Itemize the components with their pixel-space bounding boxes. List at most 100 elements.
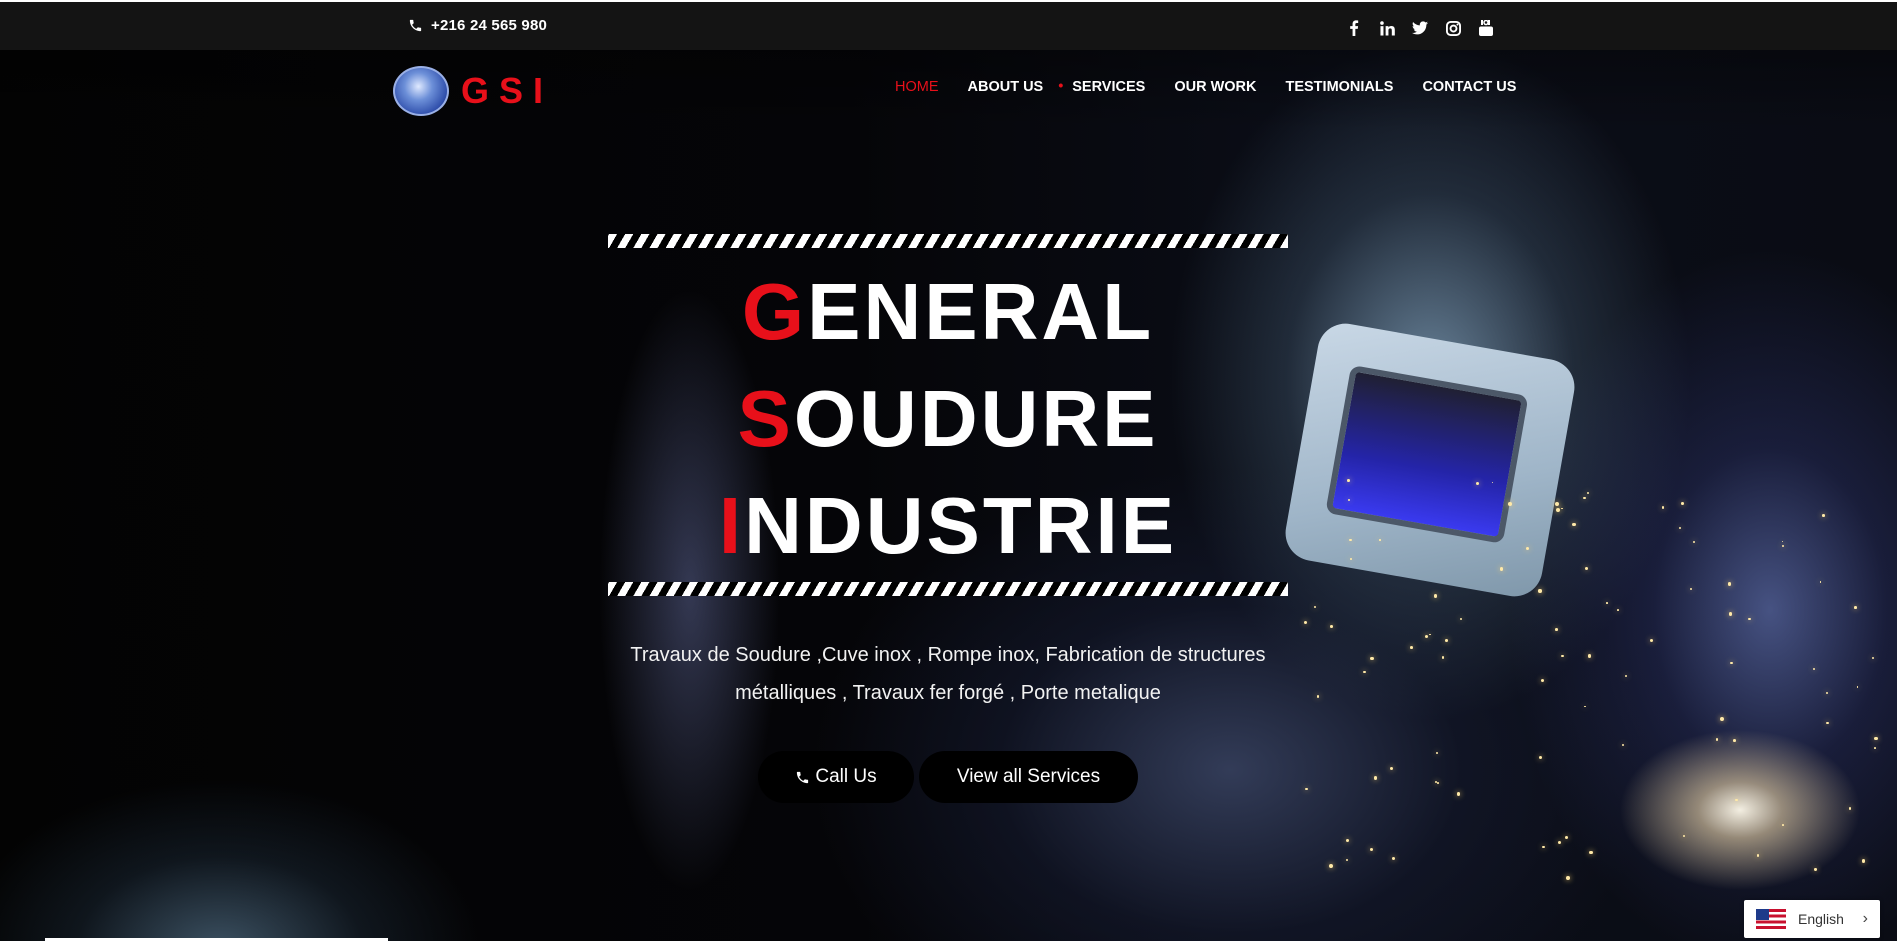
spark-dot bbox=[1715, 738, 1718, 741]
main-nav: HOME ABOUT US • SERVICES OUR WORK TESTIM… bbox=[895, 77, 1545, 95]
social-links bbox=[1344, 18, 1496, 38]
spark-dot bbox=[1589, 850, 1593, 854]
spark-dot bbox=[1313, 605, 1317, 609]
phone-link[interactable]: +216 24 565 980 bbox=[408, 17, 547, 34]
spark-dot bbox=[1621, 743, 1625, 747]
spark-dot bbox=[1347, 478, 1351, 482]
twitter-icon[interactable] bbox=[1410, 18, 1430, 38]
spark-dot bbox=[1564, 836, 1568, 840]
spark-dot bbox=[1379, 539, 1381, 541]
spark-dot bbox=[1822, 514, 1825, 517]
nav-item-services[interactable]: SERVICES bbox=[1072, 79, 1145, 95]
nav-item-contact-us[interactable]: CONTACT US bbox=[1422, 79, 1516, 95]
logo-text: GSI bbox=[461, 70, 554, 111]
spark-dot bbox=[1661, 506, 1665, 509]
phone-icon bbox=[409, 19, 422, 32]
headline-initial: G bbox=[741, 267, 808, 356]
spark-dot bbox=[1433, 594, 1438, 598]
tagline-line-2: métalliques , Travaux fer forgé , Porte … bbox=[735, 682, 1161, 704]
spark-dot bbox=[1585, 566, 1589, 570]
nav-item-home[interactable]: HOME bbox=[895, 79, 939, 95]
spark-dot bbox=[1727, 582, 1732, 586]
spark-dot bbox=[1389, 766, 1393, 771]
site-logo[interactable]: GSI bbox=[393, 66, 553, 116]
spark-dot bbox=[1874, 736, 1878, 741]
nav-item-our-work[interactable]: OUR WORK bbox=[1174, 79, 1256, 95]
hero-headline: GENERAL SOUDURE INDUSTRIE bbox=[608, 258, 1288, 579]
spark-dot bbox=[1625, 674, 1627, 677]
spark-dot bbox=[1561, 654, 1564, 657]
spark-dot bbox=[1373, 775, 1378, 780]
spark-dot bbox=[1825, 691, 1829, 695]
headline-rest: NDUSTRIE bbox=[744, 481, 1178, 570]
spark-dot bbox=[1719, 717, 1724, 721]
spark-dot bbox=[1541, 845, 1545, 849]
spark-dot bbox=[1584, 705, 1587, 708]
youtube-icon[interactable] bbox=[1476, 18, 1496, 38]
spark-dot bbox=[1848, 807, 1852, 810]
spark-dot bbox=[1445, 638, 1449, 642]
headline-initial: S bbox=[737, 374, 794, 463]
spark-dot bbox=[1441, 656, 1445, 659]
headline-rest: ENERAL bbox=[807, 267, 1155, 356]
mask-visor-glass bbox=[1325, 364, 1529, 544]
spark-dot bbox=[1329, 864, 1333, 869]
spark-dot bbox=[1572, 522, 1576, 526]
spark-dot bbox=[1557, 840, 1561, 844]
spark-dot bbox=[1437, 782, 1440, 784]
nav-item-testimonials[interactable]: TESTIMONIALS bbox=[1285, 79, 1393, 95]
spark-dot bbox=[1814, 868, 1817, 871]
phone-icon bbox=[797, 771, 809, 783]
spark-dot bbox=[1456, 791, 1461, 796]
spark-dot bbox=[1436, 752, 1439, 755]
spark-dot bbox=[1854, 606, 1857, 610]
view-all-services-label: View all Services bbox=[956, 766, 1101, 787]
language-selector[interactable]: English › bbox=[1744, 900, 1880, 938]
hazard-stripe-top bbox=[608, 234, 1288, 248]
spark-dot bbox=[1555, 501, 1560, 506]
spark-dot bbox=[1617, 608, 1620, 611]
spark-dot bbox=[1678, 527, 1681, 530]
hero-tagline: Travaux de Soudure ,Cuve inox , Rompe in… bbox=[590, 636, 1306, 712]
spark-dot bbox=[1812, 667, 1815, 670]
linkedin-icon[interactable] bbox=[1377, 18, 1397, 38]
spark-dot bbox=[1689, 587, 1692, 590]
spark-dot bbox=[1728, 611, 1733, 616]
spark-dot bbox=[1539, 755, 1543, 760]
spark-dot bbox=[1424, 635, 1428, 639]
call-us-button[interactable]: Call Us bbox=[758, 751, 914, 803]
hazard-stripe-bottom bbox=[608, 582, 1288, 596]
headline-line-general: GENERAL bbox=[608, 258, 1288, 365]
spark-dot bbox=[1555, 507, 1560, 512]
spark-dot bbox=[1587, 654, 1592, 658]
spark-dot bbox=[1541, 679, 1545, 683]
phone-number: +216 24 565 980 bbox=[431, 17, 548, 34]
nav-item-about-us[interactable]: ABOUT US • bbox=[967, 77, 1064, 95]
facebook-icon[interactable] bbox=[1344, 18, 1364, 38]
welding-mask-image bbox=[1281, 319, 1579, 601]
spark-dot bbox=[1554, 628, 1558, 632]
spark-dot bbox=[1748, 617, 1751, 621]
spark-dot bbox=[1538, 589, 1542, 593]
spark-dot bbox=[1649, 638, 1654, 643]
spark-dot bbox=[1345, 839, 1349, 843]
spark-dot bbox=[1369, 847, 1373, 851]
spark-dot bbox=[1692, 540, 1695, 543]
headline-initial: I bbox=[718, 481, 745, 570]
spark-dot bbox=[1586, 491, 1589, 495]
headline-rest: OUDURE bbox=[793, 374, 1159, 463]
nav-item-about-us-label: ABOUT US bbox=[967, 79, 1044, 95]
spark-dot bbox=[1861, 859, 1866, 863]
spark-dot bbox=[1409, 646, 1413, 649]
spark-dot bbox=[1316, 695, 1319, 698]
spark-dot bbox=[1606, 602, 1608, 604]
spark-dot bbox=[1819, 581, 1822, 583]
spark-dot bbox=[1856, 686, 1859, 688]
spark-dot bbox=[1681, 502, 1685, 505]
tagline-line-1: Travaux de Soudure ,Cuve inox , Rompe in… bbox=[630, 644, 1266, 666]
instagram-icon[interactable] bbox=[1443, 18, 1463, 38]
spark-dot bbox=[1756, 854, 1760, 858]
spark-dot bbox=[1682, 835, 1686, 838]
view-all-services-button[interactable]: View all Services bbox=[919, 751, 1138, 803]
spark-dot bbox=[1460, 618, 1463, 621]
